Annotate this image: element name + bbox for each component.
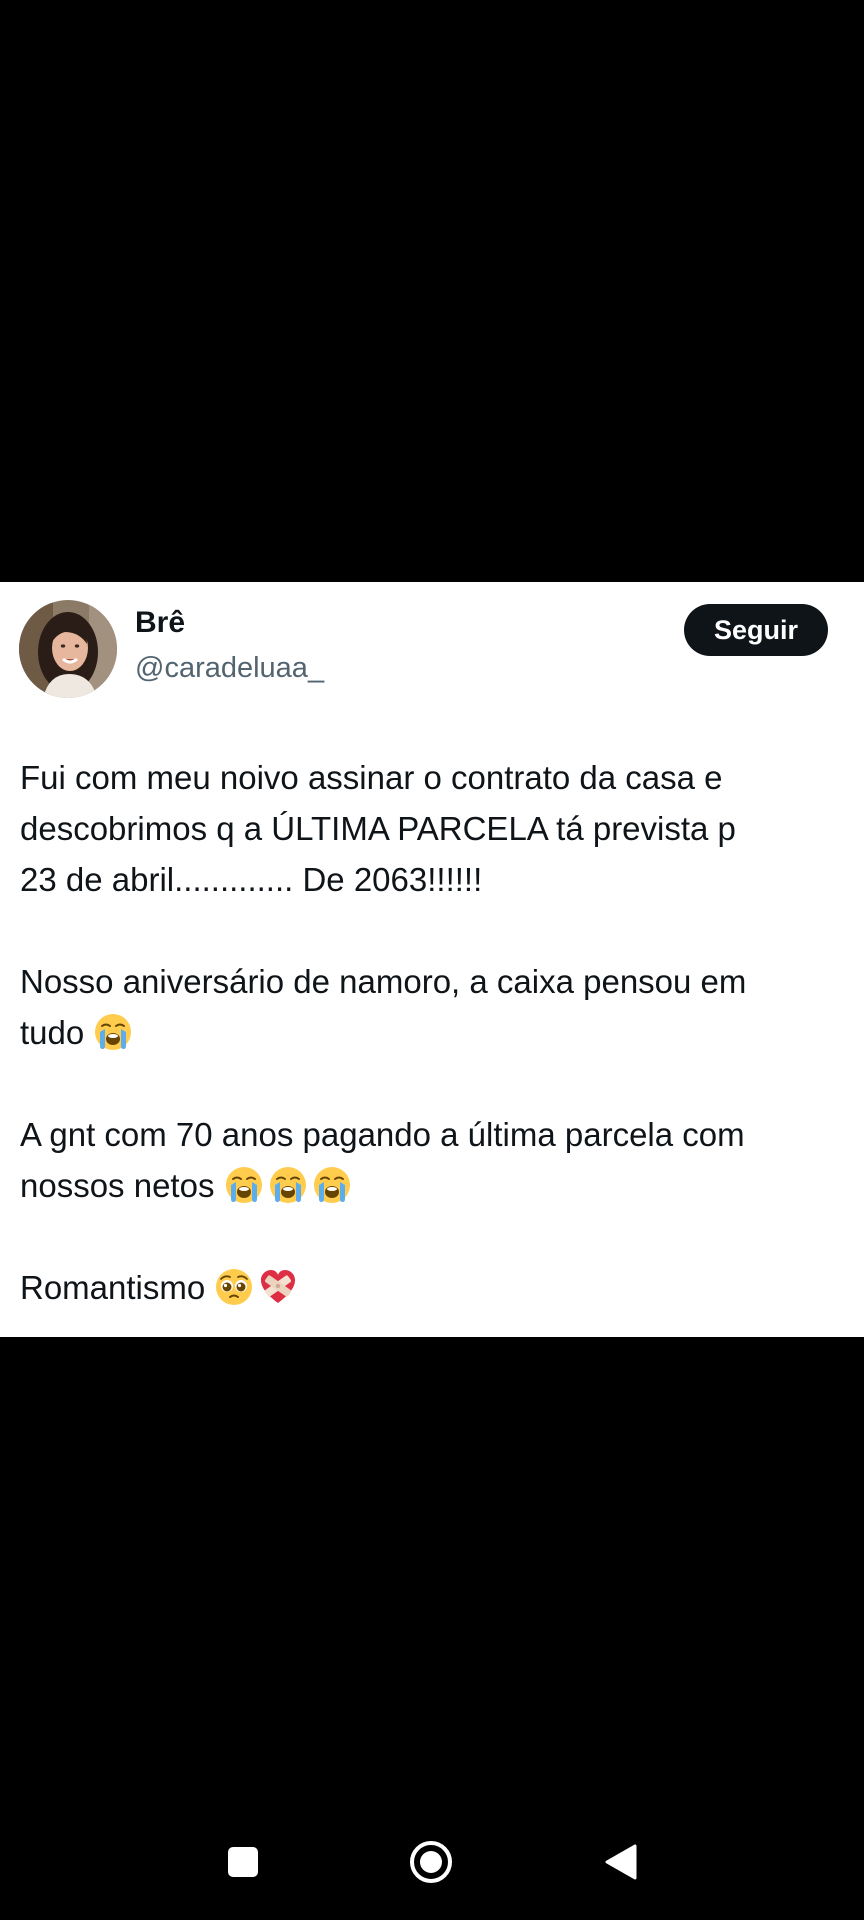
home-circle-icon[interactable] (407, 1838, 455, 1886)
tweet-text: Fui com meu noivo assinar o contrato da … (20, 752, 850, 1313)
user-handle[interactable]: @caradeluaa_ (135, 654, 324, 683)
loudly-crying-face-icon (224, 1165, 264, 1205)
tweet-line: Nosso aniversário de namoro, a caixa pen… (20, 963, 747, 1000)
tweet-card[interactable]: Brê @caradeluaa_ Seguir Fui com meu noiv… (0, 582, 864, 1337)
tweet-paragraph: A gnt com 70 anos pagando a última parce… (20, 1109, 850, 1211)
avatar[interactable] (19, 600, 117, 698)
tweet-line: descobrimos q a ÚLTIMA PARCELA tá previs… (20, 810, 736, 847)
tweet-line: Romantismo (20, 1262, 850, 1313)
loudly-crying-face-icon (268, 1165, 308, 1205)
tweet-line-text: tudo (20, 1014, 85, 1051)
tweet-paragraph: Nosso aniversário de namoro, a caixa pen… (20, 956, 850, 1058)
tweet-line: nossos netos (20, 1160, 850, 1211)
system-navigation-bar (0, 1790, 864, 1920)
tweet-paragraph: Romantismo (20, 1262, 850, 1313)
recents-square-icon[interactable] (219, 1838, 267, 1886)
back-triangle-icon[interactable] (597, 1838, 645, 1886)
display-name[interactable]: Brê (135, 608, 185, 638)
follow-button[interactable]: Seguir (684, 604, 828, 656)
loudly-crying-face-icon (93, 1012, 133, 1052)
tweet-line: tudo (20, 1007, 850, 1058)
loudly-crying-face-icon (312, 1165, 352, 1205)
tweet-line: Fui com meu noivo assinar o contrato da … (20, 759, 723, 796)
tweet-paragraph: Fui com meu noivo assinar o contrato da … (20, 752, 850, 905)
screen: Brê @caradeluaa_ Seguir Fui com meu noiv… (0, 0, 864, 1920)
mending-heart-icon (258, 1267, 298, 1307)
pleading-face-icon (214, 1267, 254, 1307)
tweet-line: A gnt com 70 anos pagando a última parce… (20, 1116, 745, 1153)
tweet-line-text: Romantismo (20, 1269, 206, 1306)
tweet-line: 23 de abril............. De 2063!!!!!! (20, 861, 483, 898)
tweet-line-text: nossos netos (20, 1167, 215, 1204)
